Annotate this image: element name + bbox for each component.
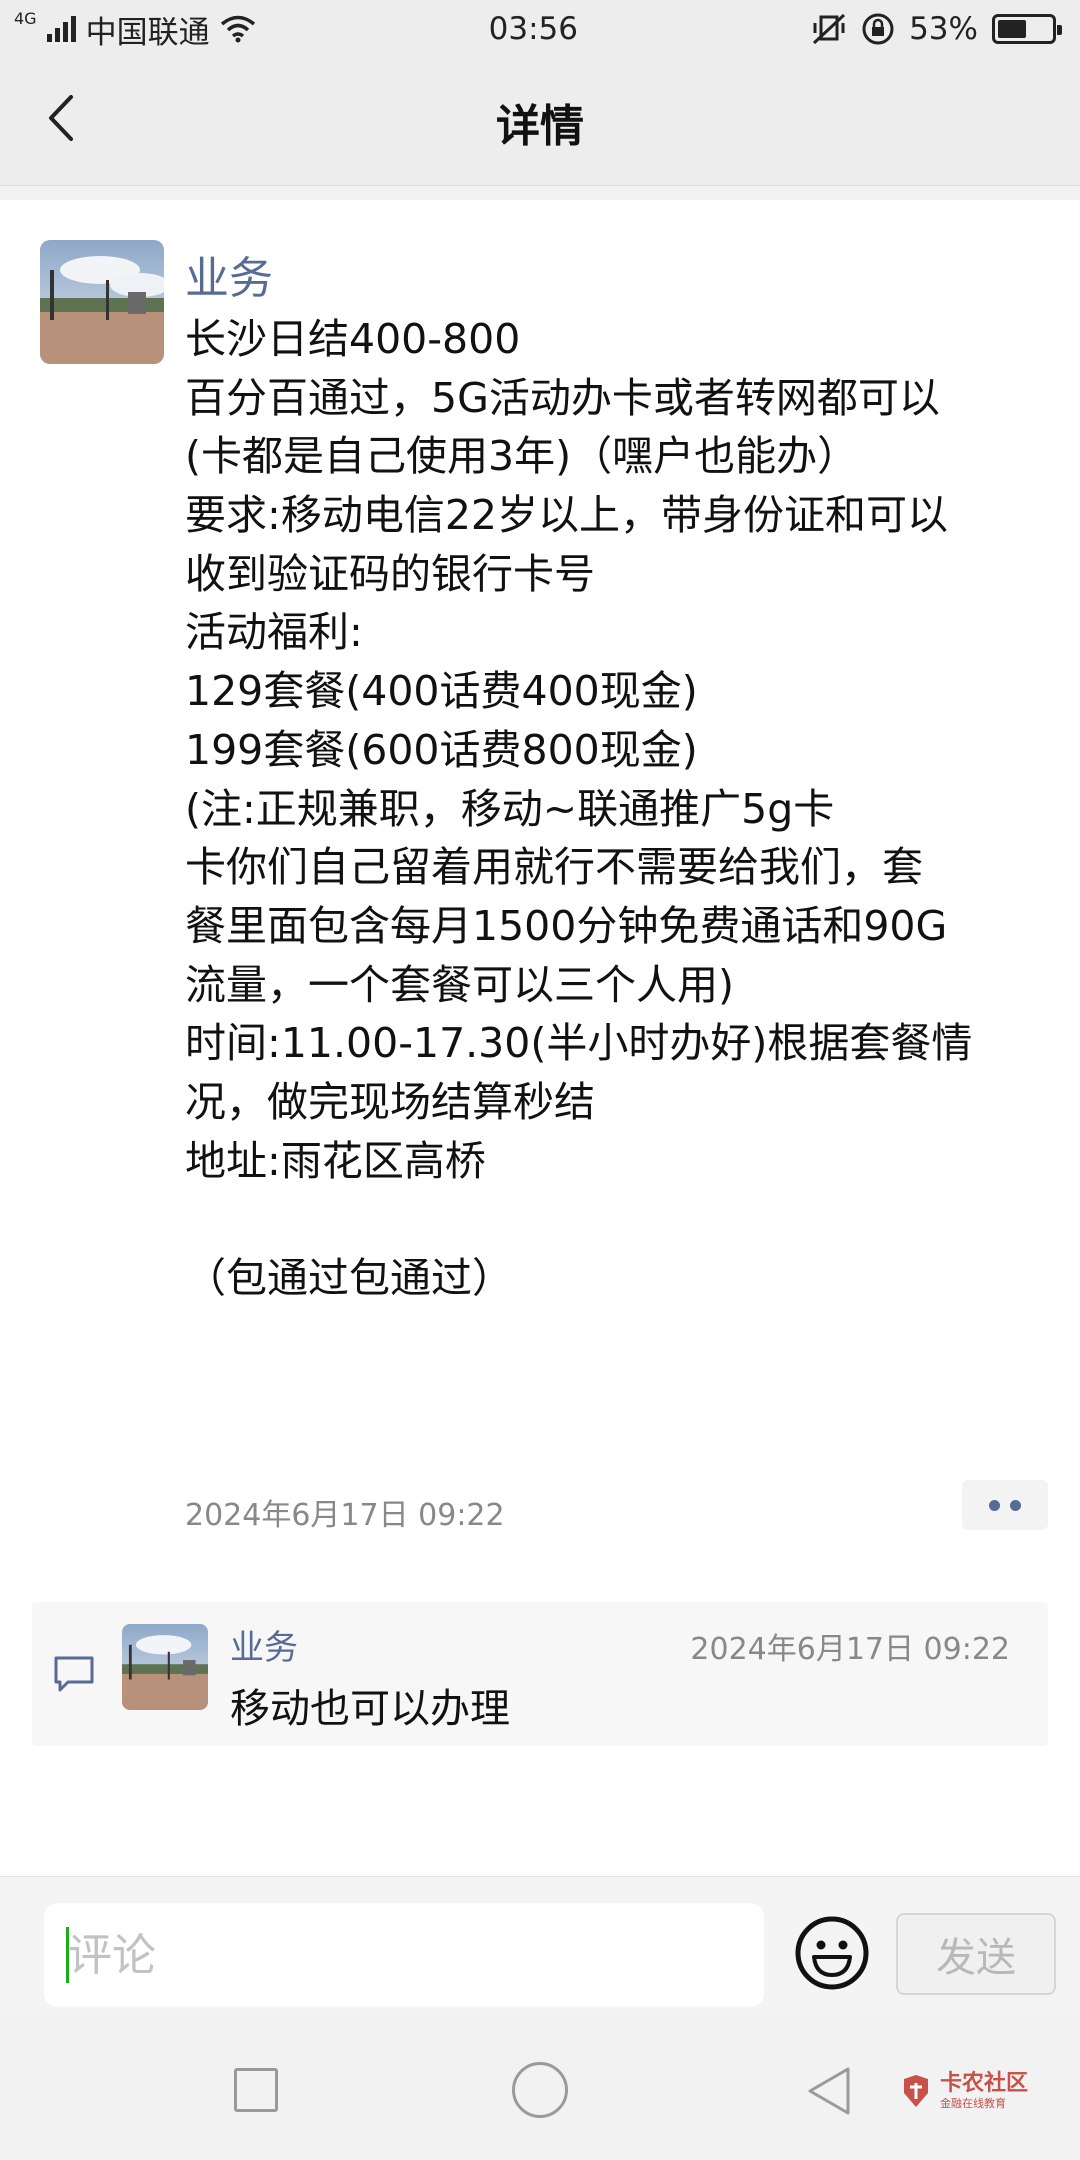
post-detail: 业务 长沙日结400-800 百分百通过，5G活动办卡或者转网都可以 (卡都是自己使… [0,200,1080,1876]
battery-icon [991,14,1062,44]
post-text-line: 时间:11.00-17.30(半小时办好)根据套餐情 [185,1019,973,1068]
clock: 03:56 [488,11,578,47]
signal-icon [46,16,76,42]
rotation-lock-icon [862,13,894,45]
title-bar: 详情 [0,58,1080,186]
avatar[interactable] [40,240,164,364]
status-bar: 4G 中国联通 03:56 53% [0,0,1080,58]
post-text-line: (卡都是自己使用3年)（嘿户也能办） [185,432,859,481]
avatar[interactable] [122,1624,208,1710]
wifi-icon [220,15,255,43]
post-text-line: 收到验证码的银行卡号 [185,549,595,598]
home-button[interactable] [512,2062,568,2118]
status-right: 53% [811,11,1062,47]
comment-author[interactable]: 业务 [230,1620,298,1669]
page-title: 详情 [496,100,584,152]
post-text-line: 流量，一个套餐可以三个人用) [185,960,734,1009]
mute-vibrate-icon [813,13,846,45]
more-options-button[interactable] [962,1480,1048,1530]
comment-list: 业务 2024年6月17日 09:22 移动也可以办理 [32,1602,1048,1746]
post-text-line: 活动福利: [185,608,363,657]
comment-timestamp: 2024年6月17日 09:22 [690,1632,1010,1667]
back-button[interactable] [30,88,90,148]
status-left: 4G 中国联通 [14,7,256,52]
dot-icon [1010,1499,1021,1511]
back-triangle-icon[interactable] [804,2064,854,2118]
recents-button[interactable] [234,2068,278,2112]
carrier-name: 中国联通 [85,14,210,51]
post-author[interactable]: 业务 [185,242,273,306]
post-text-line: 要求:移动电信22岁以上，带身份证和可以 [185,491,948,540]
post-text-line: 百分百通过，5G活动办卡或者转网都可以 [185,373,940,422]
post-text-line: 况，做完现场结算秒结 [185,1077,595,1126]
network-type: 4G [14,9,37,28]
post-text: 长沙日结400-800 百分百通过，5G活动办卡或者转网都可以 (卡都是自己使用3年… [185,310,1055,1308]
comment-text[interactable]: 移动也可以办理 [230,1676,510,1734]
post-text-line: 长沙日结400-800 [185,315,521,363]
comment-input[interactable] [44,1903,764,2007]
emoji-icon[interactable] [794,1915,870,1991]
post-text-line: 129套餐(400话费400现金) [185,667,698,716]
comment-input-bar: 发送 [0,1876,1080,2016]
post-text-line: (注:正规兼职，移动~联通推广5g卡 [185,784,835,833]
chevron-left-icon [49,95,73,141]
post-text-line [185,1190,1055,1249]
logo-icon [904,2075,928,2107]
post-timestamp: 2024年6月17日 09:22 [185,1498,505,1533]
post-text-line: 199套餐(600话费800现金) [185,725,698,774]
comment-icon [54,1656,94,1692]
post-text-line: 卡你们自己留着用就行不需要给我们，套 [185,843,923,892]
watermark-logo: 卡农社区 金融在线教育 [898,2066,1058,2116]
watermark-subtitle: 金融在线教育 [940,2097,1006,2110]
battery-level-fill [997,20,1026,38]
post-text-line: 地址:雨花区高桥 [185,1136,486,1185]
text-cursor [66,1927,69,1983]
post-text-line: 餐里面包含每月1500分钟免费通话和90G [185,901,948,950]
watermark-title: 卡农社区 [940,2071,1029,2096]
battery-percent: 53% [909,11,978,47]
dot-icon [989,1499,1000,1511]
system-nav-bar: 卡农社区 金融在线教育 [0,2016,1080,2160]
send-button[interactable]: 发送 [896,1913,1056,1995]
post-text-line: （包通过包通过） [185,1254,513,1302]
